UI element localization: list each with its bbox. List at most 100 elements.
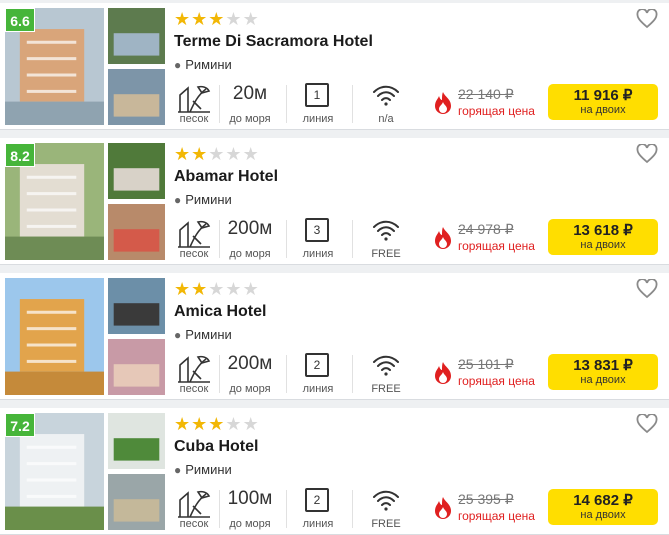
old-price: 25 395 ₽	[458, 491, 514, 507]
price-button[interactable]: 14 682 ₽ на двоих	[548, 489, 658, 525]
city-name: Римини	[185, 192, 232, 207]
star-rating: ★★★★★	[174, 144, 260, 164]
star-icon: ★	[174, 144, 192, 164]
beach-line: 2 линия	[296, 486, 340, 532]
price-for-two-label: на двоих	[580, 104, 626, 116]
hot-price-label: горящая цена	[458, 239, 535, 253]
star-icon: ★	[191, 414, 209, 434]
rating-badge: 7.2	[5, 413, 35, 437]
beach-icon	[172, 81, 216, 116]
price-button[interactable]: 11 916 ₽ на двоих	[548, 84, 658, 120]
star-icon: ★	[208, 9, 226, 29]
hot-price-label: горящая цена	[458, 374, 535, 388]
location-pin-icon: ●	[174, 463, 182, 477]
favorite-heart-icon[interactable]	[636, 143, 658, 164]
hotel-location: ● Римини	[174, 57, 232, 73]
rating-badge: 8.2	[5, 143, 35, 167]
hotel-photos[interactable]: 8.2	[5, 143, 165, 260]
star-icon: ★	[225, 414, 243, 434]
hotel-photos[interactable]: 6.6	[5, 8, 165, 125]
line-label: линия	[302, 518, 334, 530]
beach-label: песок	[179, 113, 209, 125]
old-price: 22 140 ₽	[458, 86, 514, 102]
hotel-photo-side[interactable]	[108, 278, 165, 334]
hotel-card[interactable]: 8.2 ★★★★★ Abamar Hotel ● Римини песок 200…	[0, 138, 669, 265]
beach-icon	[172, 486, 216, 521]
favorite-heart-icon[interactable]	[636, 8, 658, 29]
city-name: Римини	[185, 327, 232, 342]
star-icon: ★	[174, 9, 192, 29]
wifi-info: FREE	[364, 486, 408, 532]
price-for-two-label: на двоих	[580, 374, 626, 386]
city-name: Римини	[185, 57, 232, 72]
beach-type: песок	[172, 81, 216, 127]
hotel-photo-side[interactable]	[108, 413, 165, 469]
line-number: 3	[305, 218, 329, 242]
price-for-two-label: на двоих	[580, 239, 626, 251]
divider	[352, 355, 353, 393]
hotel-photos[interactable]: 7.2	[5, 413, 165, 530]
star-icon: ★	[242, 144, 260, 164]
price-value: 11 916 ₽	[573, 87, 633, 104]
divider	[286, 85, 287, 123]
line-label: линия	[302, 383, 334, 395]
wifi-icon	[364, 81, 408, 110]
hotel-photo-side[interactable]	[108, 339, 165, 395]
price-button[interactable]: 13 831 ₽ на двоих	[548, 354, 658, 390]
wifi-info: n/a	[364, 81, 408, 127]
star-icon: ★	[174, 279, 192, 299]
hotel-name[interactable]: Cuba Hotel	[174, 437, 258, 457]
beach-line: 1 линия	[296, 81, 340, 127]
price-for-two-label: на двоих	[580, 509, 626, 521]
distance-to-sea: 20м до моря	[222, 81, 278, 127]
star-icon: ★	[174, 414, 192, 434]
hotel-photo-main[interactable]	[5, 278, 104, 395]
favorite-heart-icon[interactable]	[636, 278, 658, 299]
line-number: 2	[305, 488, 329, 512]
star-icon: ★	[242, 9, 260, 29]
hotel-name[interactable]: Abamar Hotel	[174, 167, 278, 187]
star-icon: ★	[225, 144, 243, 164]
distance-label: до моря	[229, 248, 271, 260]
wifi-icon	[364, 351, 408, 380]
hotel-card[interactable]: 7.2 ★★★★★ Cuba Hotel ● Римини песок 100м …	[0, 408, 669, 535]
fire-icon	[432, 361, 454, 385]
wifi-value: FREE	[371, 518, 401, 530]
favorite-heart-icon[interactable]	[636, 413, 658, 434]
distance-to-sea: 200м до моря	[222, 351, 278, 397]
star-rating: ★★★★★	[174, 279, 260, 299]
hotel-photo-side[interactable]	[108, 474, 165, 530]
price-button[interactable]: 13 618 ₽ на двоих	[548, 219, 658, 255]
star-icon: ★	[208, 414, 226, 434]
hotel-name[interactable]: Terme Di Sacramora Hotel	[174, 32, 373, 52]
hotel-card[interactable]: ★★★★★ Amica Hotel ● Римини песок 200м до …	[0, 273, 669, 400]
star-icon: ★	[191, 9, 209, 29]
wifi-value: n/a	[378, 113, 394, 125]
star-icon: ★	[208, 144, 226, 164]
star-icon: ★	[242, 279, 260, 299]
hotel-photo-side[interactable]	[108, 204, 165, 260]
beach-type: песок	[172, 351, 216, 397]
hotel-card[interactable]: 6.6 ★★★★★ Terme Di Sacramora Hotel ● Рими…	[0, 3, 669, 130]
wifi-icon	[364, 486, 408, 515]
hotel-name[interactable]: Amica Hotel	[174, 302, 266, 322]
fire-icon	[432, 226, 454, 250]
location-pin-icon: ●	[174, 58, 182, 72]
beach-type: песок	[172, 216, 216, 262]
beach-icon	[172, 351, 216, 386]
wifi-info: FREE	[364, 216, 408, 262]
wifi-value: FREE	[371, 248, 401, 260]
line-label: линия	[302, 113, 334, 125]
hotel-photo-side[interactable]	[108, 143, 165, 199]
distance-label: до моря	[229, 518, 271, 530]
distance-label: до моря	[229, 113, 271, 125]
hotel-photo-side[interactable]	[108, 8, 165, 64]
distance-value: 100м	[227, 488, 273, 509]
wifi-value: FREE	[371, 383, 401, 395]
hotel-photos[interactable]	[5, 278, 165, 395]
beach-line: 2 линия	[296, 351, 340, 397]
hotel-photo-side[interactable]	[108, 69, 165, 125]
city-name: Римини	[185, 462, 232, 477]
divider	[286, 355, 287, 393]
star-icon: ★	[242, 414, 260, 434]
